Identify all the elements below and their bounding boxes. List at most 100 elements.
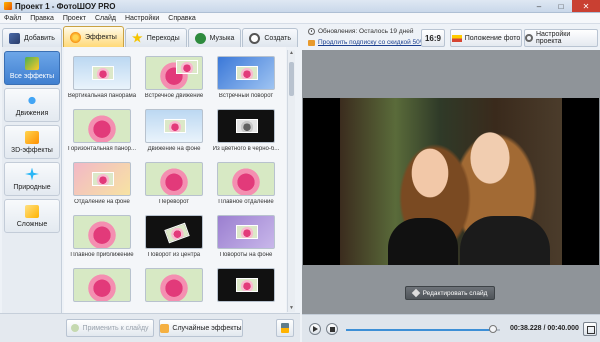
- nature-icon: [25, 167, 39, 181]
- random-effects-button[interactable]: Случайные эффекты: [159, 319, 243, 337]
- effect-thumbnail: [73, 162, 131, 196]
- project-settings-button[interactable]: Настройки проекта: [524, 29, 598, 47]
- complex-icon: [25, 204, 39, 218]
- minimize-button[interactable]: –: [528, 0, 550, 12]
- scroll-up-icon[interactable]: ▲: [288, 50, 295, 57]
- close-button[interactable]: ✕: [572, 0, 600, 12]
- tab-create[interactable]: Создать: [242, 28, 298, 47]
- tab-transitions[interactable]: Переходы: [124, 28, 187, 47]
- effect-label: Из цветного в черно-б...: [212, 146, 280, 152]
- pencil-icon: [411, 288, 420, 298]
- tab-label: Музыка: [209, 34, 235, 42]
- category-complex[interactable]: Сложные: [4, 199, 60, 233]
- clear-effects-button[interactable]: [276, 319, 294, 337]
- stop-button[interactable]: [326, 323, 338, 335]
- promo-status: Продлить подписку со скидкой 50%: [308, 39, 426, 46]
- effect-thumbnail: [145, 56, 203, 90]
- timeline-handle[interactable]: [489, 325, 498, 333]
- scrollbar-thumb[interactable]: [289, 62, 294, 96]
- category-motion[interactable]: Движения: [4, 88, 60, 122]
- category-label: Все эффекты: [9, 72, 55, 80]
- category-all-effects[interactable]: Все эффекты: [4, 51, 60, 85]
- motion-icon: [25, 93, 39, 107]
- window-controls: – □ ✕: [528, 0, 600, 12]
- category-nature[interactable]: Природные: [4, 162, 60, 196]
- create-icon: [249, 32, 261, 44]
- effect-thumbnail: [73, 109, 131, 143]
- photo-position-label: Положение фото: [464, 34, 521, 42]
- aspect-ratio-button[interactable]: 16:9: [421, 29, 445, 47]
- window-title: Проект 1 - ФотоШОУ PRO: [15, 1, 116, 11]
- player-controls: 00:38.228 / 00:40.000: [302, 314, 600, 342]
- effect-item[interactable]: Поворот из центра: [139, 212, 209, 265]
- slide-preview: [302, 50, 600, 314]
- timeline-progress: [346, 329, 494, 331]
- star-icon: [131, 32, 143, 43]
- photo-position-icon: [451, 34, 462, 42]
- preview-frame: [303, 98, 599, 265]
- category-3d-effects[interactable]: 3D-эффекты: [4, 125, 60, 159]
- menu-project[interactable]: Проект: [63, 15, 86, 22]
- effect-thumbnail: [145, 109, 203, 143]
- category-label: Природные: [13, 183, 51, 191]
- effect-item[interactable]: Горизонтальная панор...: [67, 106, 137, 159]
- stop-icon: [329, 326, 335, 332]
- effect-item[interactable]: Встречный поворот: [211, 53, 281, 106]
- menu-edit[interactable]: Правка: [30, 15, 54, 22]
- effects-toolbar: Применить к слайду Случайные эффекты: [0, 313, 300, 342]
- clock-icon: [308, 28, 315, 35]
- maximize-button[interactable]: □: [550, 0, 572, 12]
- category-label: Сложные: [16, 220, 48, 228]
- effect-label: Движение на фоне: [147, 146, 201, 152]
- menu-help[interactable]: Справка: [168, 15, 195, 22]
- playback-timeline[interactable]: [346, 325, 500, 333]
- gear-icon: [525, 34, 533, 42]
- brush-icon: [281, 323, 289, 333]
- edit-slide-button[interactable]: Редактировать слайд: [405, 286, 495, 300]
- effect-label: Плавное отдаление: [218, 199, 274, 205]
- effect-thumbnail: [217, 215, 275, 249]
- effect-item[interactable]: [67, 265, 137, 313]
- apply-to-slide-button[interactable]: Применить к слайду: [66, 319, 154, 337]
- effect-item[interactable]: [211, 265, 281, 313]
- effect-thumbnail: [217, 56, 275, 90]
- effect-thumbnail: [73, 56, 131, 90]
- effect-item[interactable]: Из цветного в черно-б...: [211, 106, 281, 159]
- app-logo-icon: [4, 2, 12, 10]
- category-label: Движения: [15, 109, 49, 117]
- tab-add[interactable]: Добавить: [2, 28, 62, 47]
- effect-label: Отдаление на фоне: [74, 199, 130, 205]
- effect-thumbnail: [73, 215, 131, 249]
- effects-scrollbar[interactable]: ▲ ▼: [287, 50, 295, 312]
- effect-item[interactable]: [139, 265, 209, 313]
- effect-thumbnail: [73, 268, 131, 302]
- menu-bar: Файл Правка Проект Слайд Настройки Справ…: [0, 13, 600, 24]
- scroll-down-icon[interactable]: ▼: [288, 305, 295, 312]
- photo-position-button[interactable]: Положение фото: [450, 29, 522, 47]
- tab-music[interactable]: Музыка: [187, 28, 242, 47]
- title-bar: Проект 1 - ФотоШОУ PRO – □ ✕: [0, 0, 600, 13]
- menu-slide[interactable]: Слайд: [95, 15, 116, 22]
- slide-photo: [340, 98, 562, 265]
- play-button[interactable]: [309, 323, 321, 335]
- effect-item[interactable]: Плавное приближение: [67, 212, 137, 265]
- effect-thumbnail: [217, 162, 275, 196]
- effect-item[interactable]: Отдаление на фоне: [67, 159, 137, 212]
- effect-item[interactable]: Переворот: [139, 159, 209, 212]
- dice-icon: [160, 323, 170, 333]
- effect-label: Переворот: [158, 199, 190, 205]
- effect-thumbnail: [217, 268, 275, 302]
- renew-subscription-link[interactable]: Продлить подписку со скидкой 50%: [318, 39, 426, 46]
- effect-item[interactable]: Повороты на фоне: [211, 212, 281, 265]
- effect-item[interactable]: Встречное движение: [139, 53, 209, 106]
- menu-settings[interactable]: Настройки: [125, 15, 159, 22]
- edit-slide-label: Редактировать слайд: [422, 289, 488, 297]
- effect-item[interactable]: Вертикальная панорама: [67, 53, 137, 106]
- effect-item[interactable]: Движение на фоне: [139, 106, 209, 159]
- menu-file[interactable]: Файл: [4, 15, 21, 22]
- effect-item[interactable]: Плавное отдаление: [211, 159, 281, 212]
- tab-label: Добавить: [24, 34, 55, 42]
- tab-label: Создать: [264, 34, 291, 42]
- tab-effects[interactable]: Эффекты: [62, 26, 124, 47]
- fullscreen-button[interactable]: [583, 322, 597, 336]
